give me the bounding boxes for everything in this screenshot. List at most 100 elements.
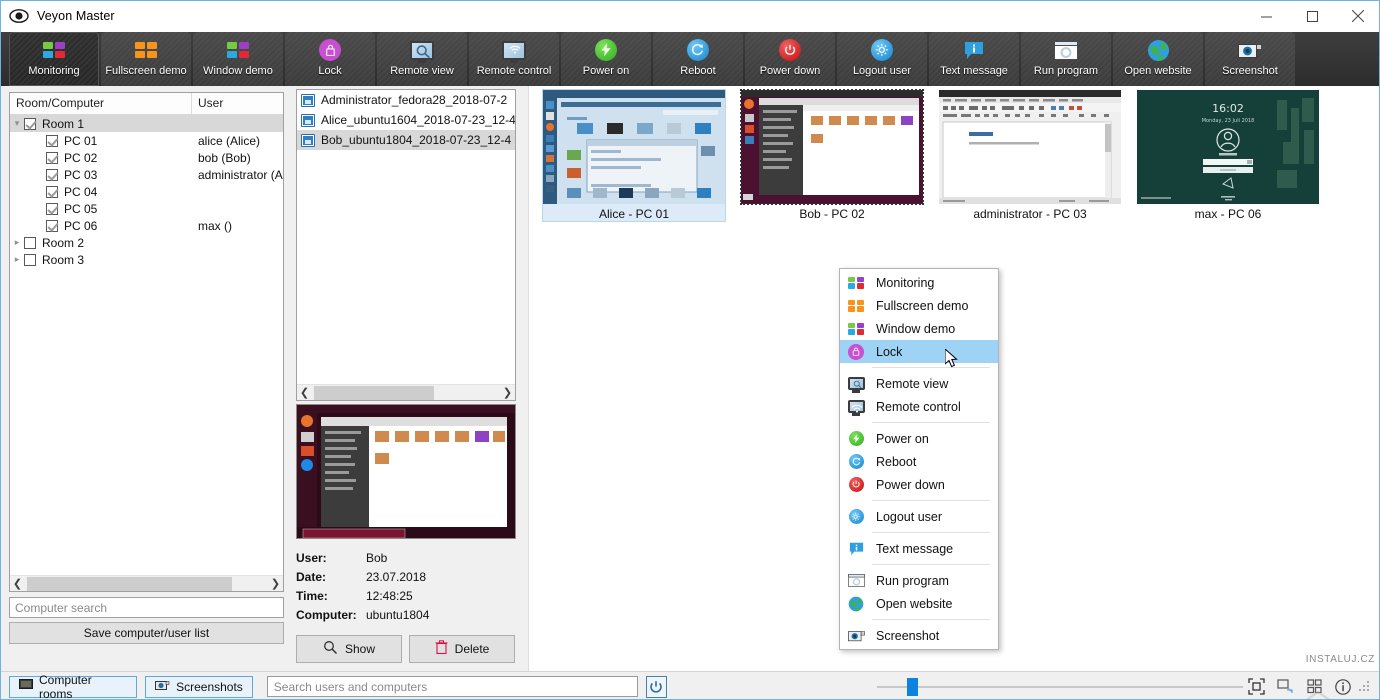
toolbar-button-screenshot[interactable]: Screenshot (1205, 32, 1295, 86)
tree-row-checkbox[interactable] (46, 220, 58, 232)
screenshot-actions: Show Delete (296, 635, 524, 663)
context-menu-item-remote-control[interactable]: Remote control (840, 395, 998, 418)
context-menu-item-lock[interactable]: Lock (840, 340, 998, 363)
screenshot-list-item[interactable]: Bob_ubuntu1804_2018-07-23_12-4 (297, 130, 515, 150)
global-search-input[interactable]: Search users and computers (267, 676, 638, 697)
tree-row-pc-03[interactable]: PC 03administrator (A (10, 166, 283, 183)
screenshot-list-item[interactable]: Administrator_fedora28_2018-07-2 (297, 90, 515, 110)
scroll-left-icon[interactable]: ❮ (10, 576, 25, 592)
tree-row-name-cell: PC 02 (10, 151, 192, 165)
tree-row-room-1[interactable]: ▾Room 1 (10, 115, 283, 132)
context-menu-item-screenshot[interactable]: Screenshot (840, 624, 998, 647)
tree-rows: ▾Room 1PC 01alice (Alice)PC 02bob (Bob)P… (10, 115, 283, 268)
toolbar-button-remote-control[interactable]: Remote control (469, 32, 559, 86)
context-menu-item-fullscreen-demo[interactable]: Fullscreen demo (840, 294, 998, 317)
tree-row-pc-04[interactable]: PC 04 (10, 183, 283, 200)
save-computer-user-list-button[interactable]: Save computer/user list (9, 622, 284, 644)
screenshot-list-hscrollbar[interactable]: ❮ ❯ (297, 384, 515, 400)
detail-date: Date: 23.07.2018 (296, 567, 516, 586)
toolbar-button-power-on[interactable]: Power on (561, 32, 651, 86)
tree-row-checkbox[interactable] (24, 254, 36, 266)
toolbar-button-power-down[interactable]: Power down (745, 32, 835, 86)
preview-desktop-image (297, 405, 515, 538)
show-button[interactable]: Show (296, 635, 402, 663)
screenshot-list[interactable]: Administrator_fedora28_2018-07-2Alice_ub… (296, 89, 516, 401)
image-file-icon (301, 94, 315, 107)
scroll-left-icon[interactable]: ❮ (297, 385, 312, 401)
context-menu-item-logout-user[interactable]: Logout user (840, 505, 998, 528)
tree-hscroll-thumb[interactable] (27, 577, 232, 591)
tree-hscroll-track[interactable] (25, 576, 268, 592)
context-menu-separator (872, 619, 990, 620)
tab-computer-rooms[interactable]: Computer rooms (9, 676, 137, 698)
toolbar-button-label: Power down (760, 65, 821, 77)
tree-row-pc-02[interactable]: PC 02bob (Bob) (10, 149, 283, 166)
tree-row-room-3[interactable]: ▸Room 3 (10, 251, 283, 268)
toolbar-button-remote-view[interactable]: Remote view (377, 32, 467, 86)
context-menu-item-window-demo[interactable]: Window demo (840, 317, 998, 340)
tree-row-room-2[interactable]: ▸Room 2 (10, 234, 283, 251)
toolbar-button-fullscreen-demo[interactable]: Fullscreen demo (101, 32, 191, 86)
chevron-right-icon[interactable]: ▸ (10, 238, 24, 247)
delete-button[interactable]: Delete (409, 635, 515, 663)
computer-screen-preview[interactable] (939, 90, 1121, 204)
tree-row-user: max () (192, 219, 283, 233)
toolbar-button-window-demo[interactable]: Window demo (193, 32, 283, 86)
tree-row-checkbox[interactable] (24, 118, 36, 130)
power-down-icon (774, 36, 806, 64)
toolbar-button-reboot[interactable]: Reboot (653, 32, 743, 86)
remote-view-icon (846, 375, 866, 393)
tree-row-checkbox[interactable] (46, 152, 58, 164)
tree-row-name-cell: ▸Room 3 (10, 253, 192, 267)
context-menu-item-open-website[interactable]: Open website (840, 592, 998, 615)
screenshot-hscroll-track[interactable] (312, 385, 500, 401)
context-menu-item-power-down[interactable]: Power down (840, 473, 998, 496)
computer-screen-preview[interactable] (741, 90, 923, 204)
slider-handle[interactable] (907, 678, 918, 696)
thumbnail-size-slider[interactable] (877, 676, 1243, 698)
context-menu-item-monitoring[interactable]: Monitoring (840, 271, 998, 294)
tree-row-checkbox[interactable] (46, 169, 58, 181)
computer-thumbnail[interactable]: Bob - PC 02 (741, 90, 923, 221)
tree-row-checkbox[interactable] (46, 203, 58, 215)
tab-screenshots[interactable]: Screenshots (145, 676, 253, 698)
close-icon[interactable] (1335, 1, 1380, 32)
computer-tree[interactable]: Room/Computer User ▾Room 1PC 01alice (Al… (9, 92, 284, 592)
scroll-right-icon[interactable]: ❯ (268, 576, 283, 592)
scroll-right-icon[interactable]: ❯ (500, 385, 515, 401)
minimize-icon[interactable] (1243, 1, 1289, 32)
context-menu-item-text-message[interactable]: Text message (840, 537, 998, 560)
toolbar-button-open-website[interactable]: Open website (1113, 32, 1203, 86)
chevron-right-icon[interactable]: ▸ (10, 255, 24, 264)
screenshot-preview[interactable] (296, 404, 516, 539)
tree-row-pc-06[interactable]: PC 06max () (10, 217, 283, 234)
context-menu-item-power-on[interactable]: Power on (840, 427, 998, 450)
toolbar-button-logout-user[interactable]: Logout user (837, 32, 927, 86)
chevron-down-icon[interactable]: ▾ (10, 119, 24, 128)
toolbar-button-monitoring[interactable]: Monitoring (9, 32, 99, 86)
context-menu-item-remote-view[interactable]: Remote view (840, 372, 998, 395)
context-menu-item-run-program[interactable]: Run program (840, 569, 998, 592)
toolbar-button-lock[interactable]: Lock (285, 32, 375, 86)
tree-hscrollbar[interactable]: ❮ ❯ (10, 575, 283, 591)
power-icon[interactable] (646, 676, 668, 698)
screenshot-list-item[interactable]: Alice_ubuntu1604_2018-07-23_12-4 (297, 110, 515, 130)
computer-thumbnail[interactable]: administrator - PC 03 (939, 90, 1121, 221)
computer-search-input[interactable]: Computer search (9, 597, 284, 618)
toolbar-button-text-message[interactable]: Text message (929, 32, 1019, 86)
maximize-icon[interactable] (1289, 1, 1335, 32)
computer-screen-preview[interactable]: 16:02 Monday, 23 Juli 2018 (1137, 90, 1319, 204)
tree-row-checkbox[interactable] (24, 237, 36, 249)
computer-thumbnail[interactable]: 16:02 Monday, 23 Juli 2018 max - PC 06 (1137, 90, 1319, 221)
tree-row-checkbox[interactable] (46, 186, 58, 198)
power-on-icon (846, 430, 866, 448)
computer-thumbnail[interactable]: Alice - PC 01 (543, 90, 725, 221)
toolbar-button-run-program[interactable]: Run program (1021, 32, 1111, 86)
context-menu-item-reboot[interactable]: Reboot (840, 450, 998, 473)
tree-row-pc-05[interactable]: PC 05 (10, 200, 283, 217)
tree-row-checkbox[interactable] (46, 135, 58, 147)
tree-row-pc-01[interactable]: PC 01alice (Alice) (10, 132, 283, 149)
computer-screen-preview[interactable] (543, 90, 725, 204)
tree-header-user: User (192, 93, 283, 114)
screenshot-hscroll-thumb[interactable] (314, 386, 434, 400)
